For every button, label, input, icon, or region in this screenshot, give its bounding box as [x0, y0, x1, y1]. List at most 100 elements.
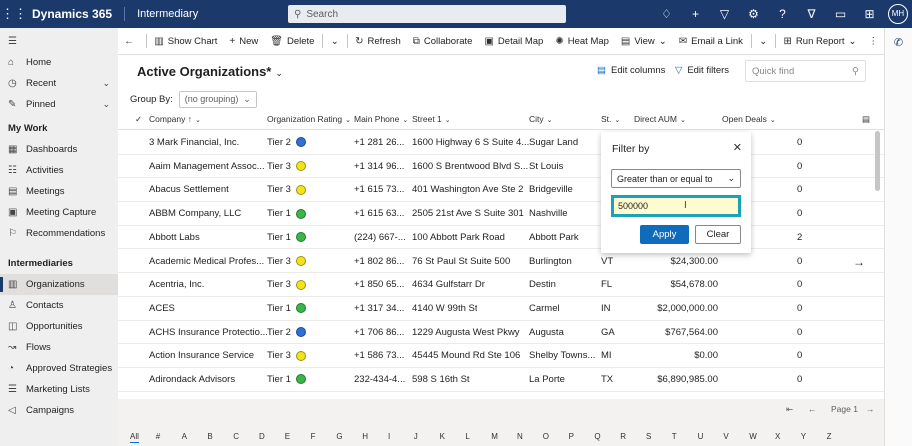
cell-company[interactable]: ACHS Insurance Protectio... [149, 321, 268, 344]
table-row[interactable]: 3 Mark Financial, Inc. Tier 2 +1 281 26...… [118, 131, 884, 155]
filter-icon[interactable]: ▽ [710, 7, 739, 21]
table-row[interactable]: ABBM Company, LLC Tier 1 +1 615 63... 2505 … [118, 202, 884, 226]
edit-columns-button[interactable]: ▤ Edit columns [597, 65, 665, 76]
column-header-street[interactable]: Street 1 ⌄ [412, 109, 451, 130]
alphabet-letter[interactable]: L [465, 432, 469, 441]
more-commands-button[interactable]: ⋮ [862, 28, 884, 55]
table-row[interactable]: Abacus Settlement Tier 3 +1 615 73... 401 W… [118, 178, 884, 203]
sidebar-item-dashboards[interactable]: ▦ Dashboards [0, 139, 118, 160]
alphabet-letter[interactable]: O [543, 432, 549, 441]
apply-button[interactable]: Apply [640, 225, 689, 244]
sidebar-item-flows[interactable]: ↝ Flows [0, 337, 118, 358]
cell-company[interactable]: ABBM Company, LLC [149, 202, 241, 225]
sidebar-item-campaigns[interactable]: ◁ Campaigns [0, 400, 118, 421]
alphabet-letter[interactable]: Q [594, 432, 600, 441]
cell-company[interactable]: Action Insurance Service [149, 344, 254, 367]
table-row[interactable]: Aaim Management Assoc... Tier 3 +1 314 96.… [118, 155, 884, 179]
table-row[interactable]: ACHS Insurance Protectio... Tier 2 +1 706 … [118, 321, 884, 345]
row-arrow-icon[interactable]: → [853, 255, 865, 269]
cell-company[interactable]: Abacus Settlement [149, 178, 229, 201]
clear-button[interactable]: Clear [695, 225, 741, 244]
cell-company[interactable]: Acentria, Inc. [149, 273, 204, 296]
sidebar-item-pinned[interactable]: ✎ Pinned ⌄ [0, 94, 118, 115]
collaborate-button[interactable]: ⧉ Collaborate [407, 28, 479, 55]
alphabet-letter[interactable]: D [259, 432, 265, 441]
column-settings-icon[interactable]: ▤ [862, 109, 870, 130]
cell-company[interactable]: Abbott Labs [149, 226, 200, 249]
gear-icon[interactable]: ⚙ [739, 7, 768, 21]
alphabet-letter[interactable]: X [775, 432, 780, 441]
email-link-button[interactable]: ✉ Email a Link [673, 28, 749, 55]
table-row[interactable]: Academic Medical Profes... Tier 3 +1 802 8… [118, 250, 884, 274]
app-launcher-icon[interactable]: ⋮⋮ [0, 0, 28, 28]
previous-page-icon[interactable]: ← [808, 404, 817, 414]
sidebar-item-meetings[interactable]: ▤ Meetings [0, 181, 118, 202]
cell-company[interactable]: Adirondack Advisors [149, 368, 235, 391]
cell-company[interactable]: ACES [149, 297, 175, 320]
next-page-icon[interactable]: → [866, 404, 875, 414]
alphabet-letter[interactable]: B [207, 432, 212, 441]
column-header-state[interactable]: St. ⌄ [601, 109, 620, 130]
hamburger-menu[interactable]: ☰ [0, 31, 118, 52]
show-chart-button[interactable]: ▥ Show Chart [148, 28, 223, 55]
avatar[interactable]: MH [888, 4, 908, 24]
table-row[interactable]: Adirondack Advisors Tier 1 232-434-4... 598… [118, 368, 884, 392]
view-selector[interactable]: Active Organizations* ⌄ [137, 64, 283, 79]
sidebar-item-approved-strategies[interactable]: ◔ Approved Strategies [0, 358, 118, 379]
sidebar-item-meeting-capture[interactable]: ▣ Meeting Capture [0, 202, 118, 223]
sidebar-item-opportunities[interactable]: ◫ Opportunities [0, 316, 118, 337]
detail-map-button[interactable]: ▣ Detail Map [478, 28, 549, 55]
search-icon[interactable]: ⚲ [852, 66, 859, 77]
alphabet-letter[interactable]: U [698, 432, 704, 441]
sidebar-item-recommendations[interactable]: ⚐ Recommendations [0, 223, 118, 244]
alphabet-letter[interactable]: T [672, 432, 677, 441]
delete-button[interactable]: 🗑 Delete [264, 28, 320, 55]
sidebar-item-contacts[interactable]: ♙ Contacts [0, 295, 118, 316]
column-header-city[interactable]: City ⌄ [529, 109, 553, 130]
table-row[interactable]: ACES Tier 1 +1 317 34... 4140 W 99th St Carm… [118, 297, 884, 321]
alphabet-letter[interactable]: H [362, 432, 368, 441]
column-header-aum[interactable]: Direct AUM ⌄ [634, 109, 686, 130]
sidebar-item-marketing-lists[interactable]: ☰ Marketing Lists [0, 379, 118, 400]
lightbulb-icon[interactable]: ♢ [652, 7, 681, 21]
alphabet-letter[interactable]: F [311, 432, 316, 441]
view-button[interactable]: ▤ View ⌄ [615, 28, 673, 55]
chevron-down-icon[interactable]: ⌄ [102, 78, 110, 89]
alphabet-letter[interactable]: J [414, 432, 418, 441]
alphabet-letter[interactable]: E [285, 432, 290, 441]
alphabet-letter[interactable]: All [130, 432, 139, 443]
alphabet-letter[interactable]: P [569, 432, 574, 441]
global-search[interactable]: ⚲ Search [288, 5, 566, 23]
alphabet-letter[interactable]: Y [801, 432, 806, 441]
filter-value-input[interactable]: 500000 I [611, 195, 741, 217]
table-row[interactable]: Action Insurance Service Tier 3 +1 586 73.… [118, 344, 884, 368]
chevron-down-icon[interactable]: ⌄ [102, 99, 110, 110]
alphabet-letter[interactable]: Z [827, 432, 832, 441]
column-header-open-deals[interactable]: Open Deals ⌄ [722, 109, 776, 130]
vertical-scrollbar[interactable] [875, 131, 880, 191]
alphabet-letter[interactable]: R [620, 432, 626, 441]
help-icon[interactable]: ? [768, 7, 797, 21]
column-header-rating[interactable]: Organization Rating ⌄ [267, 109, 351, 130]
alphabet-letter[interactable]: A [182, 432, 187, 441]
cell-company[interactable]: Academic Medical Profes... [149, 250, 264, 273]
new-button[interactable]: + New [223, 28, 264, 55]
sidebar-item-organizations[interactable]: ▥ Organizations [0, 274, 118, 295]
alphabet-letter[interactable]: V [723, 432, 728, 441]
run-report-button[interactable]: ⊞ Run Report ⌄ [778, 28, 863, 55]
chevron-down-icon[interactable]: ∇ [797, 7, 826, 21]
table-row[interactable]: Acentria, Inc. Tier 3 +1 850 65... 4634 Gul… [118, 273, 884, 297]
delete-more-button[interactable]: ⌄ [325, 28, 345, 55]
alphabet-letter[interactable]: C [233, 432, 239, 441]
close-icon[interactable]: ✕ [733, 141, 742, 154]
alphabet-letter[interactable]: N [517, 432, 523, 441]
column-header-company[interactable]: Company ↑ ⌄ [149, 109, 201, 130]
app-name[interactable]: Intermediary [124, 7, 198, 21]
edit-filters-button[interactable]: ▽ Edit filters [675, 65, 729, 76]
sidebar-item-home[interactable]: ⌂ Home [0, 52, 118, 73]
brand-title[interactable]: Dynamics 365 [28, 7, 124, 21]
heat-map-button[interactable]: ✺ Heat Map [549, 28, 615, 55]
alphabet-letter[interactable]: M [491, 432, 498, 441]
quick-find-input[interactable]: Quick find ⚲ [745, 60, 866, 82]
alphabet-letter[interactable]: K [440, 432, 445, 441]
